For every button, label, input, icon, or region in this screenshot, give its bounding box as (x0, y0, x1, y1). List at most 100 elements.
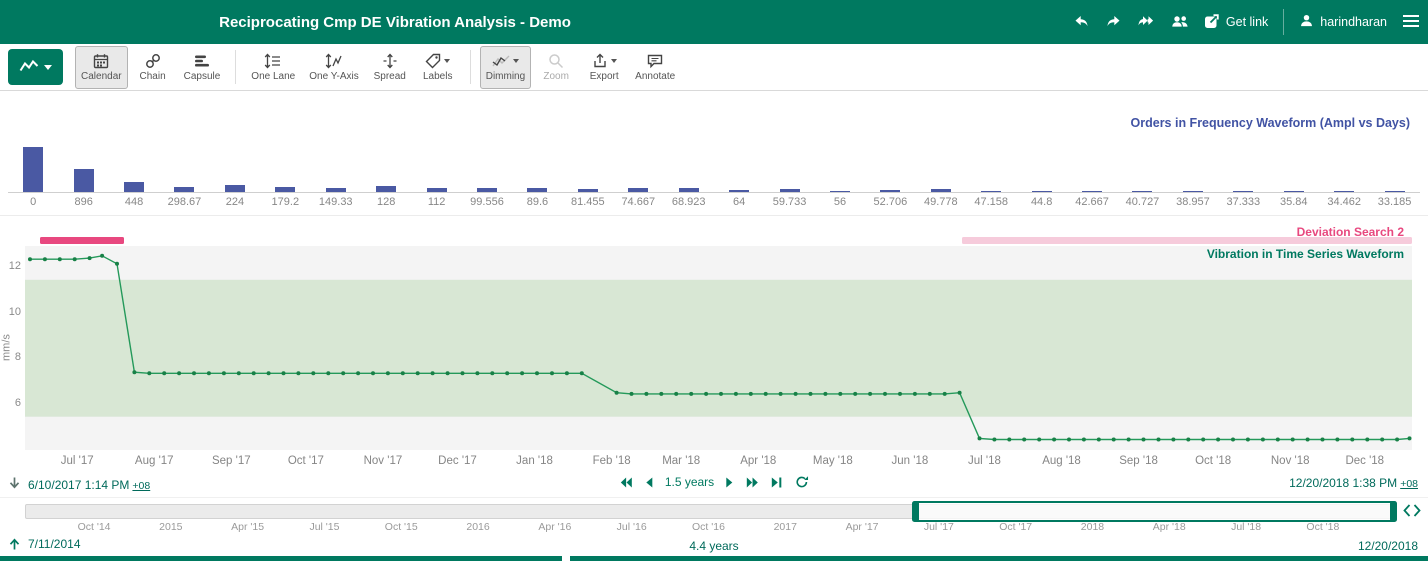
frequency-bar[interactable] (1233, 191, 1253, 192)
frequency-bar-slot[interactable] (210, 95, 260, 192)
view-selector-button[interactable] (8, 49, 63, 85)
frequency-bar[interactable] (1385, 191, 1405, 192)
frequency-bar-slot[interactable] (311, 95, 361, 192)
range-end-timezone[interactable]: +08 (1400, 478, 1418, 490)
trend-plot[interactable] (25, 246, 1412, 450)
frequency-bar-slot[interactable] (714, 95, 764, 192)
frequency-bar-slot[interactable] (1117, 95, 1167, 192)
frequency-bar[interactable] (880, 190, 900, 192)
frequency-bar-slot[interactable] (1218, 95, 1268, 192)
frequency-bar[interactable] (931, 189, 951, 192)
frequency-bar-slot[interactable] (613, 95, 663, 192)
timebar-track[interactable] (25, 504, 1395, 519)
share-all-button[interactable] (1137, 13, 1156, 32)
frequency-bar[interactable] (376, 186, 396, 192)
step-forward-button[interactable] (725, 476, 735, 489)
refresh-button[interactable] (795, 475, 809, 489)
frequency-bars[interactable] (8, 95, 1420, 193)
investigate-duration[interactable]: 4.4 years (689, 539, 738, 553)
frequency-bar-slot[interactable] (563, 95, 613, 192)
range-start-timezone[interactable]: +08 (132, 480, 150, 492)
frequency-bar[interactable] (23, 147, 43, 192)
frequency-bar[interactable] (275, 187, 295, 192)
frequency-bar-slot[interactable] (512, 95, 562, 192)
toolbar-spread-button[interactable]: Spread (367, 46, 413, 89)
range-start-date[interactable]: 6/10/2017 1:14 PM (28, 478, 129, 492)
investigate-start-date[interactable]: 7/11/2014 (28, 537, 81, 551)
frequency-bar[interactable] (1284, 191, 1304, 192)
previous-capsule-button[interactable] (619, 476, 633, 489)
toolbar-export-button[interactable]: Export (581, 46, 627, 89)
frequency-bar-slot[interactable] (462, 95, 512, 192)
frequency-bar[interactable] (527, 188, 547, 192)
toolbar-capsule-button[interactable]: Capsule (178, 46, 227, 89)
frequency-bar[interactable] (1334, 191, 1354, 192)
display-range-end[interactable]: 12/20/2018 1:38 PM+08 (1289, 476, 1418, 490)
investigate-end-date[interactable]: 12/20/2018 (1358, 539, 1418, 553)
redo-button[interactable] (1105, 13, 1122, 32)
frequency-bar-slot[interactable] (159, 95, 209, 192)
display-range-start[interactable]: 6/10/2017 1:14 PM+08 (8, 476, 150, 493)
range-end-date[interactable]: 12/20/2018 1:38 PM (1289, 476, 1397, 490)
frequency-bar-slot[interactable] (1319, 95, 1369, 192)
undo-button[interactable] (1073, 13, 1090, 32)
frequency-bar-slot[interactable] (1016, 95, 1066, 192)
frequency-bar-slot[interactable] (109, 95, 159, 192)
frequency-bar-slot[interactable] (1067, 95, 1117, 192)
timebar-selection[interactable] (915, 501, 1394, 522)
frequency-bar-slot[interactable] (8, 95, 58, 192)
frequency-bar-slot[interactable] (865, 95, 915, 192)
investigate-start[interactable]: 7/11/2014 (8, 537, 81, 551)
frequency-bar-slot[interactable] (361, 95, 411, 192)
step-earlier-icon[interactable] (8, 476, 21, 493)
frequency-bar-slot[interactable] (916, 95, 966, 192)
frequency-bar-slot[interactable] (260, 95, 310, 192)
toolbar-annotate-button[interactable]: Annotate (629, 46, 681, 89)
step-to-end-button[interactable] (771, 476, 784, 489)
frequency-bar[interactable] (326, 188, 346, 192)
frequency-bar-slot[interactable] (1269, 95, 1319, 192)
frequency-bar[interactable] (124, 182, 144, 192)
toolbar-one-lane-button[interactable]: One Lane (245, 46, 301, 89)
frequency-bar[interactable] (477, 188, 497, 192)
hamburger-menu-button[interactable] (1402, 14, 1420, 31)
display-range-duration[interactable]: 1.5 years (665, 475, 714, 489)
frequency-bar-slot[interactable] (815, 95, 865, 192)
deviation-search-label[interactable]: Deviation Search 2 (1297, 225, 1404, 239)
frequency-bar[interactable] (780, 189, 800, 192)
deviation-capsule[interactable] (40, 237, 125, 244)
timebar-right-handle[interactable] (1390, 501, 1397, 522)
frequency-bar[interactable] (729, 190, 749, 192)
toolbar-one-y-axis-button[interactable]: One Y-Axis (303, 46, 364, 89)
frequency-bar-slot[interactable] (1369, 95, 1419, 192)
frequency-bar-slot[interactable] (1168, 95, 1218, 192)
frequency-bar-slot[interactable] (58, 95, 108, 192)
frequency-bar-slot[interactable] (966, 95, 1016, 192)
frequency-bar[interactable] (174, 187, 194, 192)
frequency-bar[interactable] (1082, 191, 1102, 192)
frequency-bar[interactable] (578, 189, 598, 192)
toolbar-chain-button[interactable]: Chain (130, 46, 176, 89)
step-back-button[interactable] (644, 476, 654, 489)
frequency-bar[interactable] (830, 191, 850, 192)
user-menu-button[interactable]: harindharan (1299, 13, 1387, 31)
toolbar-labels-button[interactable]: Labels (415, 46, 461, 89)
frequency-bar[interactable] (225, 185, 245, 192)
frequency-bar[interactable] (628, 188, 648, 192)
frequency-bar[interactable] (679, 188, 699, 192)
trend-series-label[interactable]: Vibration in Time Series Waveform (1207, 247, 1404, 261)
users-button[interactable] (1171, 13, 1189, 32)
frequency-bar-slot[interactable] (663, 95, 713, 192)
get-link-button[interactable]: Get link (1204, 13, 1268, 32)
frequency-bar[interactable] (981, 191, 1001, 192)
timebar-left-handle[interactable] (912, 501, 919, 522)
frequency-bar[interactable] (1132, 191, 1152, 192)
frequency-bar-slot[interactable] (764, 95, 814, 192)
frequency-bar[interactable] (74, 169, 94, 192)
frequency-bar[interactable] (427, 188, 447, 192)
step-later-icon[interactable] (8, 537, 21, 551)
frequency-chart-title[interactable]: Orders in Frequency Waveform (Ampl vs Da… (1131, 116, 1410, 130)
next-capsule-button[interactable] (746, 476, 760, 489)
frequency-bar[interactable] (1183, 191, 1203, 192)
toolbar-calendar-button[interactable]: Calendar (75, 46, 128, 89)
